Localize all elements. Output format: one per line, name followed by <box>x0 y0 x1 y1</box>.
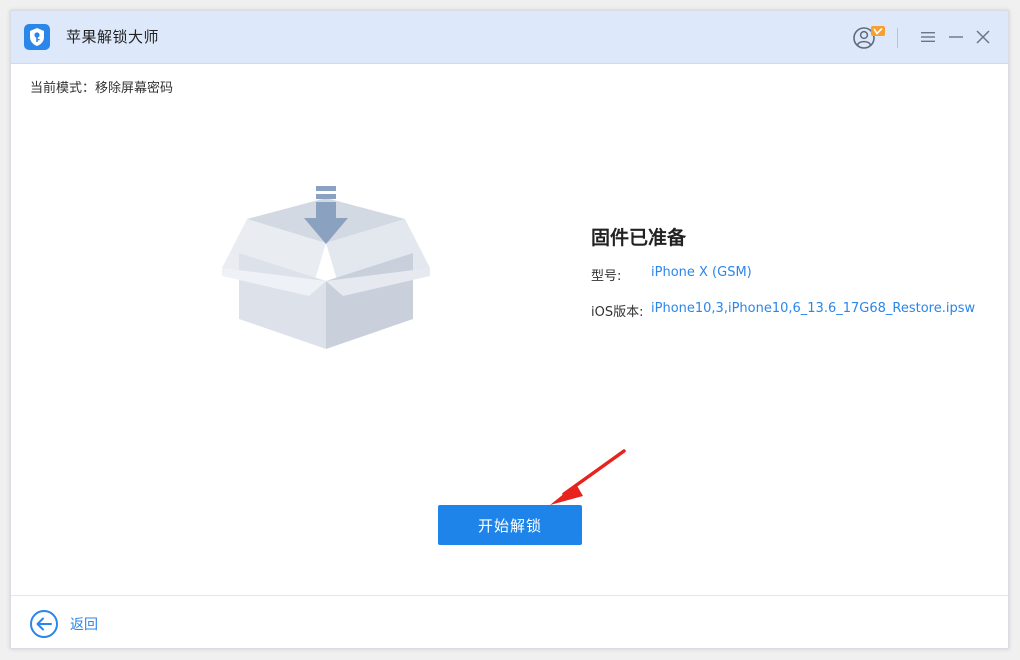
minimize-icon[interactable] <box>945 26 967 48</box>
firmware-ready-title: 固件已准备 <box>591 227 687 249</box>
red-arrow-annotation <box>550 449 626 505</box>
title-bar: 苹果解锁大师 <box>11 11 1008 64</box>
footer-bar: 返回 <box>11 595 1008 650</box>
ios-version-value: iPhone10,3,iPhone10,6_13.6_17G68_Restore… <box>651 301 976 316</box>
mode-label: 当前模式： <box>30 81 96 96</box>
user-vip-icon[interactable] <box>853 25 887 51</box>
back-label: 返回 <box>70 617 98 633</box>
shield-key-icon <box>24 24 50 50</box>
app-window: 苹果解锁大师 当前模式：移除屏幕密码 固件已准备 型号: iPhone X (G… <box>10 10 1009 649</box>
mode-value: 移除屏幕密码 <box>95 81 174 96</box>
firmware-box-icon <box>222 186 430 349</box>
title-divider <box>897 28 898 48</box>
model-value: iPhone X (GSM) <box>651 265 752 280</box>
menu-icon[interactable] <box>917 26 939 48</box>
back-arrow-icon <box>30 610 58 638</box>
current-mode: 当前模式：移除屏幕密码 <box>30 77 173 96</box>
start-unlock-button[interactable]: 开始解锁 <box>438 505 582 545</box>
model-label: 型号: <box>591 269 622 284</box>
back-button[interactable]: 返回 <box>30 608 98 640</box>
ios-version-label: iOS版本: <box>591 305 644 320</box>
close-icon[interactable] <box>972 26 994 48</box>
app-title: 苹果解锁大师 <box>66 28 160 46</box>
